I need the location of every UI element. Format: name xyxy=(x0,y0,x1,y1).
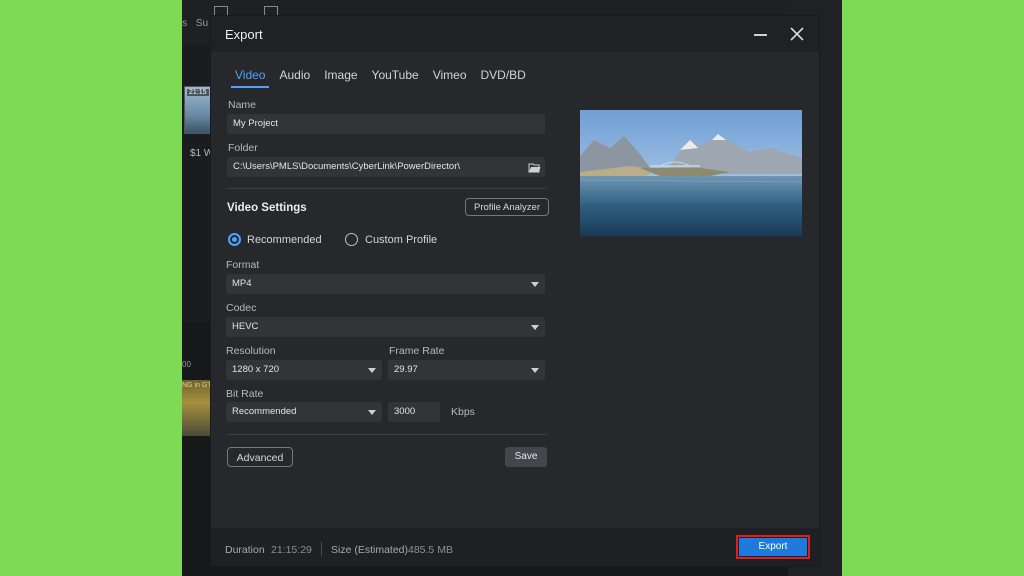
recommended-radio-label[interactable]: Recommended xyxy=(247,234,322,246)
codec-label: Codec xyxy=(226,302,257,314)
resolution-label: Resolution xyxy=(226,345,276,357)
export-dialog: Export Video Audio Image YouTube Vimeo D… xyxy=(211,16,819,566)
bit-rate-mode: Recommended xyxy=(232,406,297,417)
duration-label: Duration xyxy=(225,544,265,556)
video-settings-title: Video Settings xyxy=(227,202,307,214)
chevron-down-icon xyxy=(531,325,539,330)
codec-value: HEVC xyxy=(232,321,259,332)
tab-dvd-bd[interactable]: DVD/BD xyxy=(477,67,530,86)
size-value: 485.5 MB xyxy=(408,544,453,556)
advanced-button[interactable]: Advanced xyxy=(227,447,293,467)
folder-path: C:\Users\PMLS\Documents\CyberLink\PowerD… xyxy=(233,161,461,172)
export-button[interactable]: Export xyxy=(736,535,810,559)
folder-input[interactable]: C:\Users\PMLS\Documents\CyberLink\PowerD… xyxy=(227,157,545,177)
thumbnail-label: $1 W xyxy=(190,148,214,159)
folder-open-icon[interactable] xyxy=(528,161,541,173)
media-thumbnail[interactable]: 21:15 xyxy=(184,86,214,134)
video-preview xyxy=(580,110,802,236)
export-tabs: Video Audio Image YouTube Vimeo DVD/BD xyxy=(231,67,536,88)
name-input[interactable]: My Project xyxy=(227,114,545,134)
bit-rate-select[interactable]: Recommended xyxy=(226,402,382,422)
chevron-down-icon xyxy=(368,410,376,415)
chevron-down-icon xyxy=(531,282,539,287)
thumbnail-duration: 21:15 xyxy=(187,89,209,96)
bit-rate-unit: Kbps xyxy=(451,406,475,418)
bit-rate-label: Bit Rate xyxy=(226,388,264,400)
clip-label: NG in GT xyxy=(182,382,212,389)
format-label: Format xyxy=(226,259,260,271)
app-tab[interactable]: s xyxy=(182,18,187,29)
close-icon[interactable] xyxy=(788,25,806,43)
divider xyxy=(227,188,547,189)
name-label: Name xyxy=(228,99,257,111)
format-value: MP4 xyxy=(232,278,252,289)
app-tabs: s Su xyxy=(182,18,214,29)
tab-youtube[interactable]: YouTube xyxy=(368,67,423,86)
chevron-down-icon xyxy=(368,368,376,373)
dialog-title: Export xyxy=(225,27,263,42)
tab-audio[interactable]: Audio xyxy=(275,67,314,86)
frame-rate-value: 29.97 xyxy=(394,364,418,375)
save-button[interactable]: Save xyxy=(505,447,547,467)
size-label: Size (Estimated) xyxy=(331,544,409,556)
dialog-titlebar: Export xyxy=(211,16,819,52)
folder-label: Folder xyxy=(228,142,258,154)
codec-select[interactable]: HEVC xyxy=(226,317,545,337)
chevron-down-icon xyxy=(531,368,539,373)
tab-image[interactable]: Image xyxy=(320,67,361,86)
frame-rate-select[interactable]: 29.97 xyxy=(388,360,545,380)
bit-rate-input[interactable]: 3000 xyxy=(388,402,440,422)
ruler-tick-label: 00 xyxy=(182,360,191,369)
tab-vimeo[interactable]: Vimeo xyxy=(429,67,471,86)
profile-analyzer-button[interactable]: Profile Analyzer xyxy=(465,198,549,216)
format-select[interactable]: MP4 xyxy=(226,274,545,294)
minimize-icon[interactable] xyxy=(753,26,769,42)
custom-profile-radio-label[interactable]: Custom Profile xyxy=(365,234,437,246)
tab-video[interactable]: Video xyxy=(231,67,270,88)
duration-value: 21:15:29 xyxy=(271,544,312,556)
dialog-footer: Duration 21:15:29 Size (Estimated) 485.5… xyxy=(211,528,819,566)
footer-separator xyxy=(321,542,322,556)
resolution-select[interactable]: 1280 x 720 xyxy=(226,360,382,380)
custom-profile-radio[interactable] xyxy=(345,233,358,246)
app-tab[interactable]: Su xyxy=(196,18,208,29)
resolution-value: 1280 x 720 xyxy=(232,364,280,375)
recommended-radio[interactable] xyxy=(228,233,241,246)
divider xyxy=(227,434,547,435)
frame-rate-label: Frame Rate xyxy=(389,345,445,357)
